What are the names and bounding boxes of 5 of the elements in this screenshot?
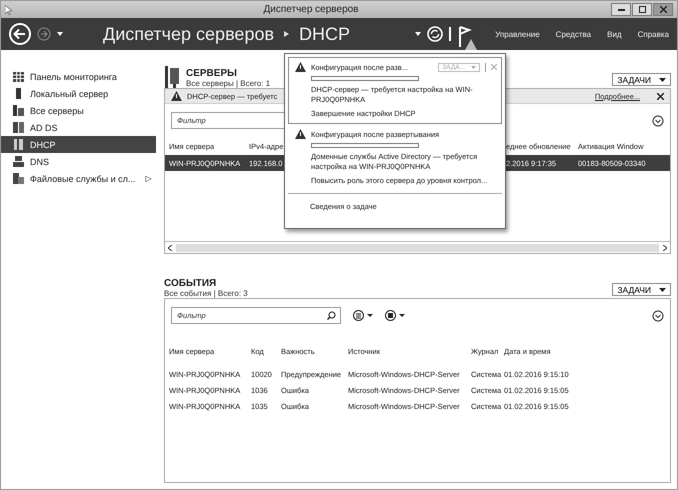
section-subtitle: Все серверы | Всего: 1 bbox=[186, 79, 270, 88]
section-title: СОБЫТИЯ bbox=[164, 278, 218, 289]
section-title: СЕРВЕРЫ bbox=[186, 68, 238, 79]
window-title: Диспетчер серверов bbox=[262, 4, 360, 15]
section-subtitle: Все события | Всего: 3 bbox=[164, 289, 248, 298]
